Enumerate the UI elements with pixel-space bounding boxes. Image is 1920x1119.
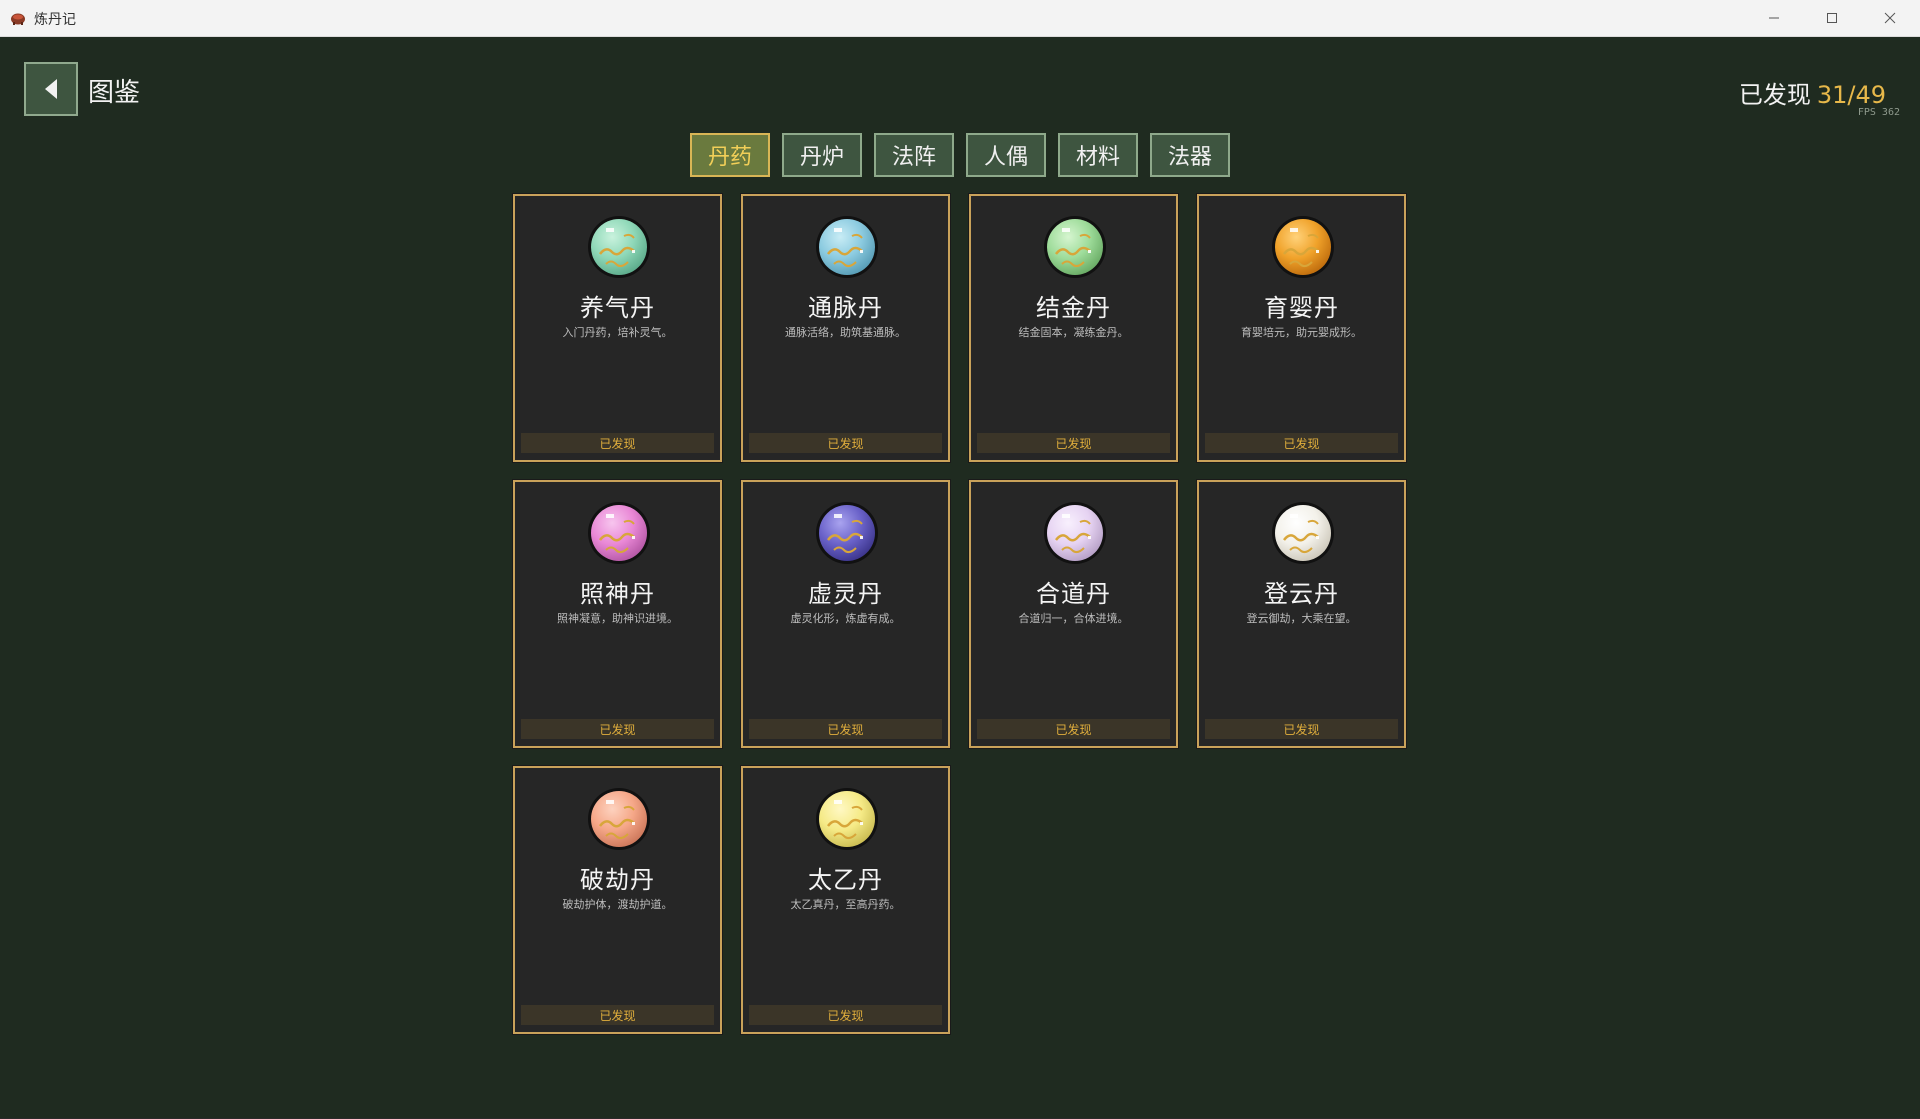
pill-name: 登云丹 (1264, 580, 1339, 608)
minimize-icon (1769, 17, 1779, 19)
back-arrow-icon (45, 79, 57, 99)
pill-status-badge: 已发现 (521, 433, 714, 453)
pill-orb-icon (588, 216, 650, 278)
pill-card[interactable]: 通脉丹通脉活络，助筑基通脉。已发现 (741, 194, 950, 462)
pill-description: 破劫护体，渡劫护道。 (562, 898, 673, 911)
pill-name: 合道丹 (1036, 580, 1111, 608)
category-tabs: 丹药 丹炉 法阵 人偶 材料 法器 (690, 133, 1230, 177)
fps-counter: FPS 362 (1857, 107, 1900, 118)
pill-status-badge: 已发现 (1205, 433, 1398, 453)
pill-status-badge: 已发现 (521, 719, 714, 739)
tab-2[interactable]: 法阵 (874, 133, 954, 177)
pill-status-badge: 已发现 (521, 1005, 714, 1025)
pill-card[interactable]: 结金丹结金固本，凝练金丹。已发现 (969, 194, 1178, 462)
window-titlebar: 炼丹记 (0, 0, 1920, 37)
tab-0[interactable]: 丹药 (690, 133, 770, 177)
pill-status-badge: 已发现 (749, 1005, 942, 1025)
close-button[interactable] (1861, 0, 1919, 36)
pill-status-badge: 已发现 (749, 433, 942, 453)
pill-description: 登云御劫，大乘在望。 (1246, 612, 1357, 625)
minimize-button[interactable] (1745, 0, 1803, 36)
pill-card[interactable]: 合道丹合道归一，合体进境。已发现 (969, 480, 1178, 748)
pill-name: 育婴丹 (1264, 294, 1339, 322)
pill-card-grid: 养气丹 入门丹药，培补灵气。 已发现 通脉丹 通脉活络，助筑基通脉。 已发现 结金丹 结金固本… (513, 194, 1406, 1034)
back-button[interactable] (24, 62, 78, 116)
maximize-icon (1827, 13, 1837, 23)
maximize-button[interactable] (1803, 0, 1861, 36)
pill-card[interactable]: 照神丹照神凝意，助神识进境。已发现 (513, 480, 722, 748)
pill-orb-icon (588, 788, 650, 850)
pill-orb-icon (1044, 502, 1106, 564)
pill-name: 太乙丹 (808, 866, 883, 894)
tab-3[interactable]: 人偶 (966, 133, 1046, 177)
app-icon (11, 13, 25, 25)
pill-name: 通脉丹 (808, 294, 883, 322)
pill-orb-icon (1044, 216, 1106, 278)
pill-name: 破劫丹 (580, 866, 655, 894)
pill-name: 结金丹 (1036, 294, 1111, 322)
pill-orb-icon (816, 788, 878, 850)
pill-status-badge: 已发现 (977, 433, 1170, 453)
pill-orb-icon (1272, 502, 1334, 564)
tab-1[interactable]: 丹炉 (782, 133, 862, 177)
pill-description: 通脉活络，助筑基通脉。 (785, 326, 906, 339)
pill-status-badge: 已发现 (1205, 719, 1398, 739)
pill-status-badge: 已发现 (977, 719, 1170, 739)
page-title: 图鉴 (88, 78, 141, 108)
pill-description: 结金固本，凝练金丹。 (1018, 326, 1129, 339)
pill-orb-icon (588, 502, 650, 564)
tab-4[interactable]: 材料 (1058, 133, 1138, 177)
close-icon (1884, 12, 1896, 24)
pill-name: 养气丹 (580, 294, 655, 322)
pill-description: 入门丹药，培补灵气。 (562, 326, 673, 339)
pill-card[interactable]: 育婴丹育婴培元，助元婴成形。已发现 (1197, 194, 1406, 462)
pill-orb-icon (1272, 216, 1334, 278)
pill-description: 照神凝意，助神识进境。 (557, 612, 678, 625)
pill-orb-icon (816, 216, 878, 278)
pill-card[interactable]: 养气丹入门丹药，培补灵气。已发现 (513, 194, 722, 462)
pill-card[interactable]: 登云丹登云御劫，大乘在望。已发现 (1197, 480, 1406, 748)
pill-orb-icon (816, 502, 878, 564)
pill-card[interactable]: 破劫丹破劫护体，渡劫护道。已发现 (513, 766, 722, 1034)
game-viewport: 图鉴 已发现 31/49 FPS 362 丹药 丹炉 法阵 人偶 材料 法器 养气丹 入门丹药… (0, 37, 1920, 1119)
pill-name: 虚灵丹 (808, 580, 883, 608)
pill-description: 太乙真丹，至高丹药。 (790, 898, 901, 911)
pill-description: 合道归一，合体进境。 (1018, 612, 1129, 625)
window-title: 炼丹记 (34, 12, 76, 28)
pill-status-badge: 已发现 (749, 719, 942, 739)
tab-5[interactable]: 法器 (1150, 133, 1230, 177)
pill-description: 虚灵化形，炼虚有成。 (790, 612, 901, 625)
discovered-count: 31/49 (1816, 81, 1886, 109)
pill-card[interactable]: 太乙丹太乙真丹，至高丹药。已发现 (741, 766, 950, 1034)
pill-card[interactable]: 虚灵丹虚灵化形，炼虚有成。已发现 (741, 480, 950, 748)
discovered-counter: 已发现 31/49 (1739, 75, 1886, 110)
discovered-label: 已发现 (1738, 81, 1811, 109)
pill-name: 照神丹 (580, 580, 655, 608)
pill-description: 育婴培元，助元婴成形。 (1241, 326, 1362, 339)
